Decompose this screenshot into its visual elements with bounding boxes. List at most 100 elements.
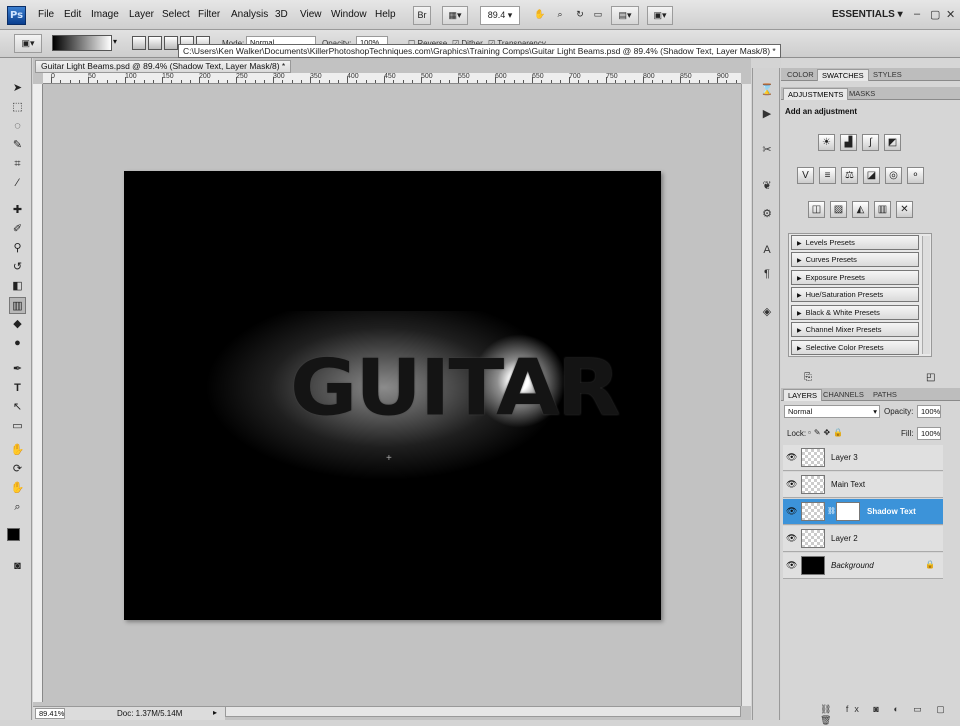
visibility-eye-icon[interactable]: 👁 [786,506,797,517]
fill-field[interactable]: 100% [917,427,941,440]
preset-channel-mixer[interactable]: ▶ Channel Mixer Presets [791,322,919,337]
posterize-icon[interactable]: ▨ [830,201,847,218]
clip-to-layer-icon[interactable]: ◰ [926,372,935,383]
brush-panel-icon[interactable]: ❦ [759,178,775,194]
lasso-tool-icon[interactable]: ◌ [9,118,26,135]
visibility-eye-icon[interactable]: 👁 [786,452,797,463]
tab-masks[interactable]: MASKS [845,88,879,100]
hand-tool-icon[interactable]: ✋ [9,480,26,497]
preset-curves[interactable]: ▶ Curves Presets [791,252,919,267]
horizontal-scrollbar[interactable] [225,706,741,717]
tool-presets-icon[interactable]: ✂ [759,142,775,158]
zoom-level-field[interactable]: 89.4 ▾ [480,6,520,25]
menu-view[interactable]: View [300,9,322,20]
tab-swatches[interactable]: SWATCHES [817,69,869,81]
menu-analysis[interactable]: Analysis [231,9,268,20]
zoom-tool-icon[interactable]: ⌕ [9,499,26,516]
eyedropper-tool-icon[interactable]: ⁄ [9,175,26,192]
menu-3d[interactable]: 3D [275,9,288,20]
brightness-contrast-icon[interactable]: ☀ [818,134,835,151]
bridge-button[interactable]: Br [413,6,431,25]
menu-select[interactable]: Select [162,9,190,20]
vertical-scrollbar[interactable] [741,84,751,706]
eraser-tool-icon[interactable]: ◧ [9,278,26,295]
status-menu-arrow-icon[interactable]: ▸ [213,708,217,717]
3d-orbit-tool-icon[interactable]: ⟳ [9,461,26,478]
black-white-icon[interactable]: ◪ [863,167,880,184]
gradient-map-icon[interactable]: ▥ [874,201,891,218]
hue-saturation-icon[interactable]: ≡ [819,167,836,184]
tab-adjustments[interactable]: ADJUSTMENTS [783,88,849,100]
paragraph-panel-icon[interactable]: ¶ [759,266,775,282]
vertical-ruler[interactable] [33,84,43,702]
tab-paths[interactable]: PATHS [869,389,901,401]
preset-hue-saturation[interactable]: ▶ Hue/Saturation Presets [791,287,919,302]
foreground-color-swatch[interactable] [7,528,20,541]
clone-stamp-tool-icon[interactable]: ⚲ [9,240,26,257]
actions-panel-icon[interactable]: ▶ [759,106,775,122]
radial-gradient-button[interactable] [148,36,162,50]
quick-mask-icon[interactable]: ◙ [9,558,26,575]
layer-row[interactable]: 👁 Background 🔒 [783,553,943,579]
channel-mixer-icon[interactable]: ⚬ [907,167,924,184]
presets-scrollbar[interactable] [922,236,930,354]
ruler-icon[interactable]: ▭ [590,6,606,25]
history-panel-icon[interactable]: ⌛ [759,82,775,98]
invert-icon[interactable]: ◫ [808,201,825,218]
gradient-tool-icon[interactable]: ▥ [9,297,26,314]
pen-tool-icon[interactable]: ✒ [9,361,26,378]
document-tab[interactable]: Guitar Light Beams.psd @ 89.4% (Shadow T… [35,60,292,73]
shape-tool-icon[interactable]: ▭ [9,418,26,435]
layer-row-selected[interactable]: 👁 ⛓ Shadow Text [783,499,943,525]
rotate-view-icon[interactable]: ↻ [572,6,588,25]
zoom-tool-icon[interactable]: ⌕ [552,6,568,25]
history-brush-tool-icon[interactable]: ↺ [9,259,26,276]
gradient-dropdown-icon[interactable]: ▾ [113,37,117,46]
curves-icon[interactable]: ∫ [862,134,879,151]
3d-rotate-tool-icon[interactable]: ✋ [9,442,26,459]
angle-gradient-button[interactable] [164,36,178,50]
menu-filter[interactable]: Filter [198,9,220,20]
tab-layers[interactable]: LAYERS [783,389,823,401]
color-balance-icon[interactable]: ⚖ [841,167,858,184]
layer-row[interactable]: 👁 Layer 3 [783,445,943,471]
menu-help[interactable]: Help [375,9,396,20]
quick-selection-tool-icon[interactable]: ✎ [9,137,26,154]
horizontal-ruler[interactable]: 0 50 100 150 200 250 300 350 400 450 500… [43,73,741,84]
linear-gradient-button[interactable] [132,36,146,50]
arrange-documents-button[interactable]: ▤▾ [611,6,639,25]
menu-file[interactable]: File [38,9,54,20]
exposure-icon[interactable]: ◩ [884,134,901,151]
lock-options-icon[interactable]: ▫✎✥🔒 [808,428,846,437]
menu-layer[interactable]: Layer [129,9,154,20]
3d-panel-icon[interactable]: ◈ [759,304,775,320]
preset-exposure[interactable]: ▶ Exposure Presets [791,270,919,285]
selective-color-icon[interactable]: ✕ [896,201,913,218]
type-tool-icon[interactable]: T [9,380,26,397]
view-extras-button[interactable]: ▦▾ [442,6,468,25]
chain-link-icon[interactable]: ⛓ [827,507,836,515]
zoom-status-field[interactable]: 89.41% [35,708,65,719]
close-icon[interactable]: ✕ [946,8,955,21]
return-to-list-icon[interactable]: ⎘ [804,372,812,383]
visibility-eye-icon[interactable]: 👁 [786,533,797,544]
maximize-icon[interactable]: ▢ [930,8,940,21]
layer-mask-thumbnail[interactable] [836,502,860,521]
move-tool-icon[interactable]: ➤ [9,80,26,97]
screen-mode-button[interactable]: ▣▾ [647,6,673,25]
blur-tool-icon[interactable]: ◆ [9,316,26,333]
preset-selective-color[interactable]: ▶ Selective Color Presets [791,340,919,355]
dodge-tool-icon[interactable]: ● [9,335,26,352]
crop-tool-icon[interactable]: ⌗ [9,156,26,173]
minimize-icon[interactable]: – [914,8,920,20]
brush-tool-icon[interactable]: ✐ [9,221,26,238]
healing-brush-tool-icon[interactable]: ✚ [9,202,26,219]
tab-styles[interactable]: STYLES [869,69,906,81]
menu-window[interactable]: Window [331,9,367,20]
threshold-icon[interactable]: ◭ [852,201,869,218]
layer-row[interactable]: 👁 Layer 2 [783,526,943,552]
tab-color[interactable]: COLOR [783,69,818,81]
clone-source-icon[interactable]: ⚙ [759,206,775,222]
menu-edit[interactable]: Edit [64,9,81,20]
menu-image[interactable]: Image [91,9,119,20]
